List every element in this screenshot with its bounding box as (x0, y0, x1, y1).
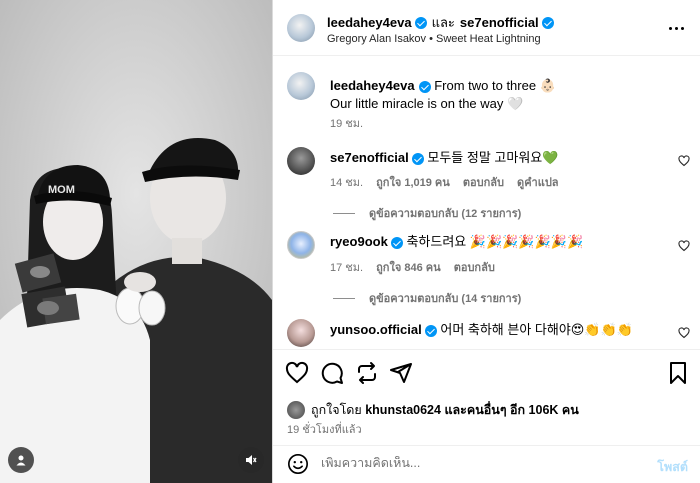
replies-line (333, 297, 355, 299)
comment-likes[interactable]: ถูกใจ 846 คน (376, 262, 440, 274)
comment-likes[interactable]: ถูกใจ 1,019 คน (376, 177, 450, 189)
caption-avatar[interactable] (287, 72, 315, 100)
heart-icon[interactable] (678, 240, 690, 252)
commenter-avatar[interactable] (287, 147, 315, 175)
post-header: leedahey4eva และ se7enofficial Gregory A… (273, 0, 700, 56)
user-tag-button[interactable] (8, 447, 34, 473)
caption-line-1: From two to three 👶🏻 (434, 78, 556, 93)
user-tag-icon (16, 455, 26, 466)
author-avatar[interactable] (287, 14, 315, 42)
emoji-icon[interactable] (287, 453, 309, 475)
bookmark-icon[interactable] (666, 361, 690, 385)
more-options-icon (668, 26, 672, 30)
comment-input[interactable] (321, 456, 631, 470)
mute-button[interactable] (238, 447, 264, 473)
comment-time: 14 ชม. (330, 177, 364, 189)
commenter-username[interactable]: ryeo9ook (330, 234, 388, 249)
svg-text:MOM: MOM (48, 184, 75, 196)
verified-icon (424, 324, 437, 337)
more-options-button[interactable] (666, 18, 686, 38)
liked-by-suffix[interactable]: และคนอื่นๆ อีก 106K คน (444, 400, 578, 420)
comment-meta: 14 ชม. ถูกใจ 1,019 คน ตอบกลับ ดูคำแปล (330, 173, 569, 191)
audio-track[interactable]: Gregory Alan Isakov • Sweet Heat Lightni… (327, 33, 541, 45)
comment-text: 어머 축하해 븐아 다해야😍👏👏👏 (440, 322, 633, 337)
post-comment-button[interactable]: โพสต์ (657, 457, 688, 477)
view-replies-button[interactable]: ดูข้อความตอบกลับ (12 รายการ) (333, 204, 521, 222)
reply-button[interactable]: ตอบกลับ (454, 262, 495, 274)
repost-icon[interactable] (355, 361, 379, 385)
author-username[interactable]: leedahey4eva (327, 15, 412, 30)
commenter-username[interactable]: se7enofficial (330, 150, 409, 165)
verified-icon (414, 16, 427, 29)
commenter-avatar[interactable] (287, 319, 315, 347)
heart-icon[interactable] (678, 155, 690, 167)
post-timestamp[interactable]: 19 ชั่วโมงที่แล้ว (287, 420, 362, 438)
verified-icon (411, 152, 424, 165)
heart-icon[interactable] (678, 327, 690, 339)
comment-meta: 17 ชม. ถูกใจ 846 คน ตอบกลับ (330, 258, 505, 276)
caption-line-2: Our little miracle is on the way 🤍 (330, 96, 524, 111)
add-comment-bar: โพสต์ (273, 445, 700, 483)
verified-icon (541, 16, 554, 29)
heart-icon[interactable] (285, 361, 309, 385)
post-authors: leedahey4eva และ se7enofficial (327, 12, 554, 33)
liked-by-user[interactable]: khunsta0624 (365, 403, 441, 417)
view-replies-label: ดูข้อความตอบกลับ (14 รายการ) (369, 293, 522, 305)
post-media[interactable]: MOM (0, 0, 272, 483)
comments-scroll-area[interactable]: leedahey4eva From two to three 👶🏻 Our li… (273, 57, 700, 349)
more-options-dot (674, 26, 678, 30)
translate-button[interactable]: ดูคำแปล (517, 177, 559, 189)
post-actions: ถูกใจโดย khunsta0624 และคนอื่นๆ อีก 106K… (273, 349, 700, 483)
comment-time: 17 ชม. (330, 262, 364, 274)
caption-username[interactable]: leedahey4eva (330, 78, 415, 93)
verified-icon (390, 236, 403, 249)
verified-icon (418, 80, 431, 93)
post-photo: MOM (0, 0, 272, 483)
comment-body: yunsoo.official 어머 축하해 븐아 다해야😍👏👏👏 (330, 321, 633, 339)
authors-conjunction: และ (431, 15, 455, 30)
comment-body: ryeo9ook 축하드려요 🎉🎉🎉🎉🎉🎉🎉 (330, 233, 583, 251)
liked-by-prefix: ถูกใจโดย (311, 403, 362, 417)
caption-timestamp: 19 ชม. (330, 118, 364, 130)
view-replies-button[interactable]: ดูข้อความตอบกลับ (14 รายการ) (333, 289, 521, 307)
comment-icon[interactable] (320, 361, 344, 385)
reply-button[interactable]: ตอบกลับ (463, 177, 504, 189)
replies-line (333, 212, 355, 214)
commenter-username[interactable]: yunsoo.official (330, 322, 422, 337)
comment-text: 축하드려요 🎉🎉🎉🎉🎉🎉🎉 (406, 234, 584, 249)
post-details-panel: leedahey4eva และ se7enofficial Gregory A… (273, 0, 700, 483)
post-caption: leedahey4eva From two to three 👶🏻 Our li… (330, 77, 670, 113)
send-icon[interactable] (389, 361, 413, 385)
more-options-dot (680, 26, 684, 30)
liked-by-summary[interactable]: ถูกใจโดย khunsta0624 และคนอื่นๆ อีก 106K… (287, 400, 579, 420)
liker-avatar (287, 401, 305, 419)
commenter-avatar[interactable] (287, 231, 315, 259)
view-replies-label: ดูข้อความตอบกลับ (12 รายการ) (369, 208, 522, 220)
volume-muted-icon (246, 455, 257, 465)
comment-body: se7enofficial 모두들 정말 고마워요💚 (330, 149, 558, 167)
comment-text: 모두들 정말 고마워요💚 (427, 150, 559, 165)
coauthor-username[interactable]: se7enofficial (460, 15, 539, 30)
